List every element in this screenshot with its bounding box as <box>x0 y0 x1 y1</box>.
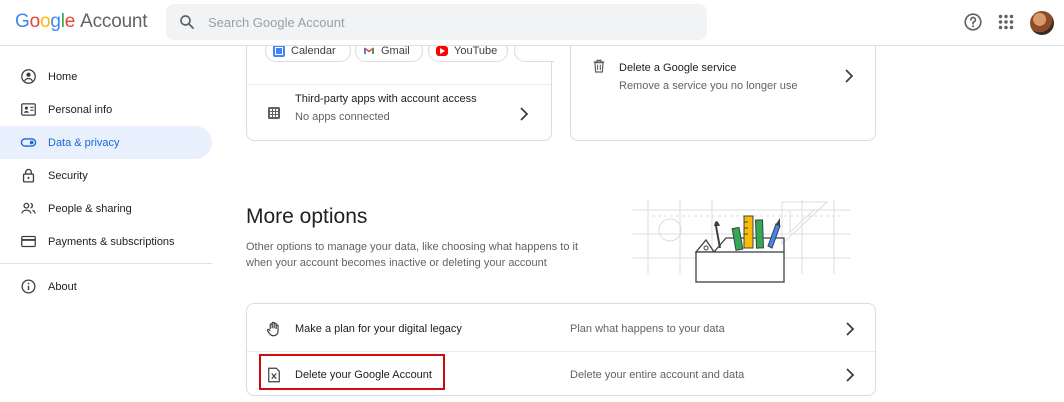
card-icon <box>19 233 37 251</box>
sidebar-item-label: Data & privacy <box>48 136 120 149</box>
delete-service-subtitle: Remove a service you no longer use <box>619 80 798 92</box>
youtube-icon <box>436 46 448 56</box>
sidebar-item-label: Personal info <box>48 103 113 116</box>
delete-service-row[interactable]: Delete a Google service Remove a service… <box>571 47 875 107</box>
delete-account-description: Delete your entire account and data <box>570 369 745 381</box>
third-party-apps-row[interactable]: Third-party apps with account access No … <box>247 85 551 141</box>
delete-service-title: Delete a Google service <box>619 62 737 74</box>
sidebar-item-people-sharing[interactable]: People & sharing <box>0 192 212 225</box>
apps-grid-icon[interactable] <box>995 11 1017 33</box>
sidebar-item-label: Security <box>48 169 88 182</box>
sidebar-nav: Home Personal info Data & privacy Securi… <box>0 60 212 303</box>
sidebar-item-about[interactable]: About <box>0 270 212 303</box>
google-account-logo[interactable]: Google Account <box>15 11 148 33</box>
section-description: Other options to manage your data, like … <box>246 241 579 269</box>
apps-grid-icon <box>268 107 280 119</box>
sidebar-item-home[interactable]: Home <box>0 60 212 93</box>
third-party-subtitle: No apps connected <box>295 111 390 123</box>
digital-legacy-title: Make a plan for your digital legacy <box>295 323 462 335</box>
gmail-icon <box>364 47 374 54</box>
avatar[interactable] <box>1030 11 1054 35</box>
tools-illustration <box>632 200 850 283</box>
delete-account-highlight-box <box>259 354 445 390</box>
lock-icon <box>19 167 37 185</box>
digital-legacy-row[interactable]: Make a plan for your digital legacy Plan… <box>247 306 875 352</box>
sidebar-item-personal-info[interactable]: Personal info <box>0 93 212 126</box>
third-party-title: Third-party apps with account access <box>295 93 477 105</box>
sidebar-item-payments[interactable]: Payments & subscriptions <box>0 225 212 258</box>
digital-legacy-description: Plan what happens to your data <box>570 323 725 335</box>
sidebar-item-label: People & sharing <box>48 202 132 215</box>
chevron-right-icon <box>845 69 854 83</box>
section-title: More options <box>246 205 368 228</box>
logo-product-name: Account <box>80 11 148 32</box>
sidebar-item-data-privacy[interactable]: Data & privacy <box>0 126 212 159</box>
sidebar-item-label: About <box>48 280 77 293</box>
top-bar: Google Account <box>0 0 1064 46</box>
search-input[interactable] <box>208 4 688 40</box>
sidebar-item-label: Home <box>48 70 78 83</box>
search-icon[interactable] <box>178 13 196 31</box>
id-card-icon <box>19 101 37 119</box>
info-icon <box>19 278 37 296</box>
sidebar-item-security[interactable]: Security <box>0 159 212 192</box>
hand-icon <box>266 321 279 337</box>
help-icon[interactable] <box>962 11 984 33</box>
toggle-icon <box>19 134 37 152</box>
chevron-right-icon <box>846 322 855 336</box>
calendar-icon <box>273 45 285 57</box>
search-bar[interactable] <box>166 4 707 40</box>
home-icon <box>19 68 37 86</box>
sidebar-divider <box>0 263 212 264</box>
trash-icon <box>593 59 605 73</box>
people-icon <box>19 200 37 218</box>
chevron-right-icon <box>520 107 529 121</box>
chevron-right-icon <box>846 368 855 382</box>
sidebar-item-label: Payments & subscriptions <box>48 235 175 248</box>
